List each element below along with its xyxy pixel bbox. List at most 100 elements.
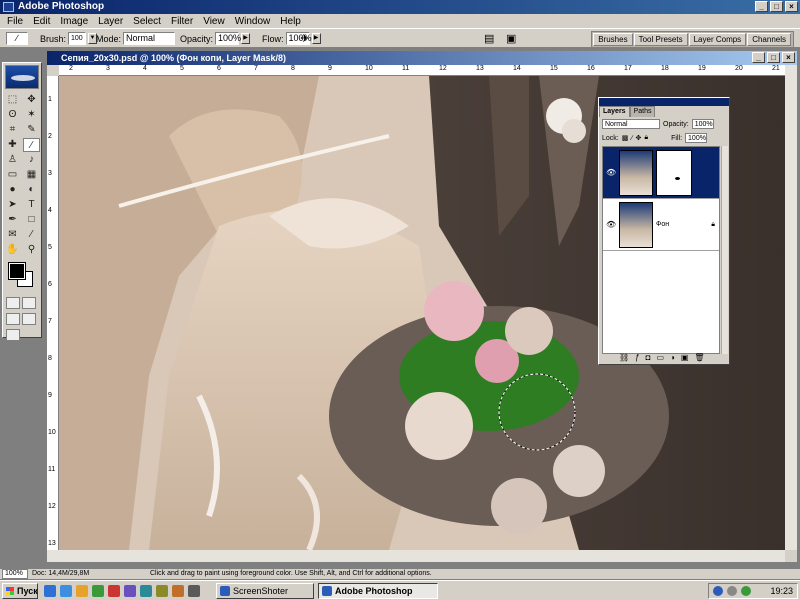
quicklaunch-app-icon[interactable] <box>92 585 104 597</box>
document-size[interactable]: Doc: 14,4M/29,8M <box>32 569 89 579</box>
photoshop-logo[interactable] <box>5 65 39 89</box>
gradient-tool-icon[interactable]: ▦ <box>23 168 40 182</box>
quicklaunch-folder-icon[interactable] <box>76 585 88 597</box>
maximize-button[interactable]: □ <box>770 1 783 12</box>
menu-filter[interactable]: Filter <box>166 16 198 27</box>
magic-wand-tool-icon[interactable]: ✶ <box>23 108 40 122</box>
menu-window[interactable]: Window <box>230 16 276 27</box>
minimize-button[interactable]: _ <box>755 1 768 12</box>
lock-transparency-icon[interactable]: ▩ <box>622 134 629 142</box>
palette-well-channels[interactable]: Channels <box>747 33 791 46</box>
clone-stamp-tool-icon[interactable]: ♙ <box>4 153 21 167</box>
healing-brush-tool-icon[interactable]: ✚ <box>4 138 21 152</box>
airbrush-icon[interactable]: ✈ <box>300 32 309 45</box>
opacity-arrow-button[interactable]: ▶ <box>241 33 251 44</box>
screen-mode-full-button[interactable] <box>22 313 36 325</box>
layer-row-background[interactable]: 👁︎ Фон 🔒︎ <box>603 199 719 251</box>
slice-tool-icon[interactable]: ✎ <box>23 123 40 137</box>
move-tool-icon[interactable]: ✥ <box>23 93 40 107</box>
lasso-tool-icon[interactable]: ʘ <box>4 108 21 122</box>
zoom-level-field[interactable]: 100% <box>2 569 28 579</box>
menu-view[interactable]: View <box>198 16 230 27</box>
opacity-field[interactable]: 100% <box>215 32 241 45</box>
pen-tool-icon[interactable]: ✒ <box>4 213 21 227</box>
flow-arrow-button[interactable]: ▶ <box>311 33 321 44</box>
doc-maximize-button[interactable]: □ <box>767 52 780 63</box>
horizontal-scrollbar[interactable] <box>47 550 785 562</box>
doc-minimize-button[interactable]: _ <box>752 52 765 63</box>
quicklaunch-app5-icon[interactable] <box>172 585 184 597</box>
trash-icon[interactable]: 🗑︎ <box>694 353 704 362</box>
brush-tool-icon[interactable]: ∕ <box>23 138 40 152</box>
lock-position-icon[interactable]: ✥ <box>636 134 642 142</box>
lock-pixels-icon[interactable]: ∕ <box>631 135 632 142</box>
dodge-tool-icon[interactable]: ◐ <box>23 183 40 197</box>
menu-file[interactable]: File <box>2 16 28 27</box>
layer-thumbnail[interactable] <box>619 149 653 196</box>
new-layer-icon[interactable]: ▣ <box>681 353 689 362</box>
tool-preset-picker[interactable]: ∕ <box>6 32 28 45</box>
eraser-tool-icon[interactable]: ▭ <box>4 168 21 182</box>
foreground-color-swatch[interactable] <box>8 262 26 280</box>
layer-list-scrollbar[interactable] <box>721 146 728 354</box>
start-button[interactable]: Пуск <box>2 583 38 599</box>
visibility-eye-icon[interactable]: 👁︎ <box>606 168 616 177</box>
menu-edit[interactable]: Edit <box>28 16 55 27</box>
quicklaunch-ie-icon[interactable] <box>60 585 72 597</box>
eyedropper-tool-icon[interactable]: ⁄ <box>23 228 40 242</box>
quicklaunch-desktop-icon[interactable] <box>44 585 56 597</box>
shape-tool-icon[interactable]: □ <box>23 213 40 227</box>
palette-toggle-icon[interactable]: ▣ <box>506 32 516 45</box>
mode-select[interactable]: Normal <box>123 32 176 45</box>
tray-volume-icon[interactable] <box>727 586 737 596</box>
hand-tool-icon[interactable]: ✋ <box>4 243 21 257</box>
palette-well-layer-comps[interactable]: Layer Comps <box>688 33 747 46</box>
fill-field[interactable]: 100% <box>685 133 708 143</box>
palette-well-brushes[interactable]: Brushes <box>593 33 633 46</box>
crop-tool-icon[interactable]: ⌗ <box>4 123 21 137</box>
zoom-tool-icon[interactable]: ⚲ <box>23 243 40 257</box>
layer-opacity-field[interactable]: 100% <box>691 119 714 129</box>
quick-mask-mode-button[interactable] <box>22 297 36 309</box>
quicklaunch-app6-icon[interactable] <box>188 585 200 597</box>
visibility-eye-icon[interactable]: 👁︎ <box>606 220 616 229</box>
layers-palette-title-bar[interactable] <box>599 98 729 106</box>
doc-close-button[interactable]: × <box>782 52 795 63</box>
layer-thumbnail[interactable] <box>619 201 653 248</box>
menu-help[interactable]: Help <box>275 16 306 27</box>
lock-all-icon[interactable]: 🔒︎ <box>644 134 648 142</box>
jump-to-imageready-button[interactable] <box>6 329 20 341</box>
palette-well-tool-presets[interactable]: Tool Presets <box>633 33 688 46</box>
close-button[interactable]: × <box>785 1 798 12</box>
menu-layer[interactable]: Layer <box>93 16 128 27</box>
new-set-icon[interactable]: ▭ <box>656 353 664 362</box>
layer-mask-thumbnail[interactable] <box>656 149 692 196</box>
vertical-scrollbar[interactable] <box>785 65 797 550</box>
quicklaunch-app3-icon[interactable] <box>140 585 152 597</box>
adjustment-layer-icon[interactable]: ◑ <box>670 353 675 362</box>
file-browser-icon[interactable]: ▤ <box>484 32 494 45</box>
marquee-tool-icon[interactable]: ⬚ <box>4 93 21 107</box>
type-tool-icon[interactable]: T <box>23 198 40 212</box>
task-screenshoter[interactable]: ScreenShoter <box>216 583 314 599</box>
layer-row-copy[interactable]: 👁︎ <box>603 147 719 199</box>
history-brush-tool-icon[interactable]: ♪ <box>23 153 40 167</box>
blend-mode-select[interactable]: Normal <box>602 119 660 129</box>
standard-mode-button[interactable] <box>6 297 20 309</box>
link-layers-icon[interactable]: ⛓ <box>619 353 629 362</box>
quicklaunch-media-icon[interactable] <box>108 585 120 597</box>
layer-style-icon[interactable]: ƒ <box>635 353 639 362</box>
blur-tool-icon[interactable]: ● <box>4 183 21 197</box>
tray-network-icon[interactable] <box>713 586 723 596</box>
path-selection-tool-icon[interactable]: ➤ <box>4 198 21 212</box>
tab-paths[interactable]: Paths <box>629 106 656 117</box>
add-mask-icon[interactable]: ◘ <box>646 353 651 362</box>
task-adobe-photoshop[interactable]: Adobe Photoshop <box>318 583 438 599</box>
tab-layers[interactable]: Layers <box>599 106 630 117</box>
brush-size-picker[interactable]: 100 <box>68 32 87 45</box>
notes-tool-icon[interactable]: ✉ <box>4 228 21 242</box>
screen-mode-standard-button[interactable] <box>6 313 20 325</box>
menu-image[interactable]: Image <box>55 16 93 27</box>
menu-select[interactable]: Select <box>128 16 166 27</box>
quicklaunch-app2-icon[interactable] <box>124 585 136 597</box>
